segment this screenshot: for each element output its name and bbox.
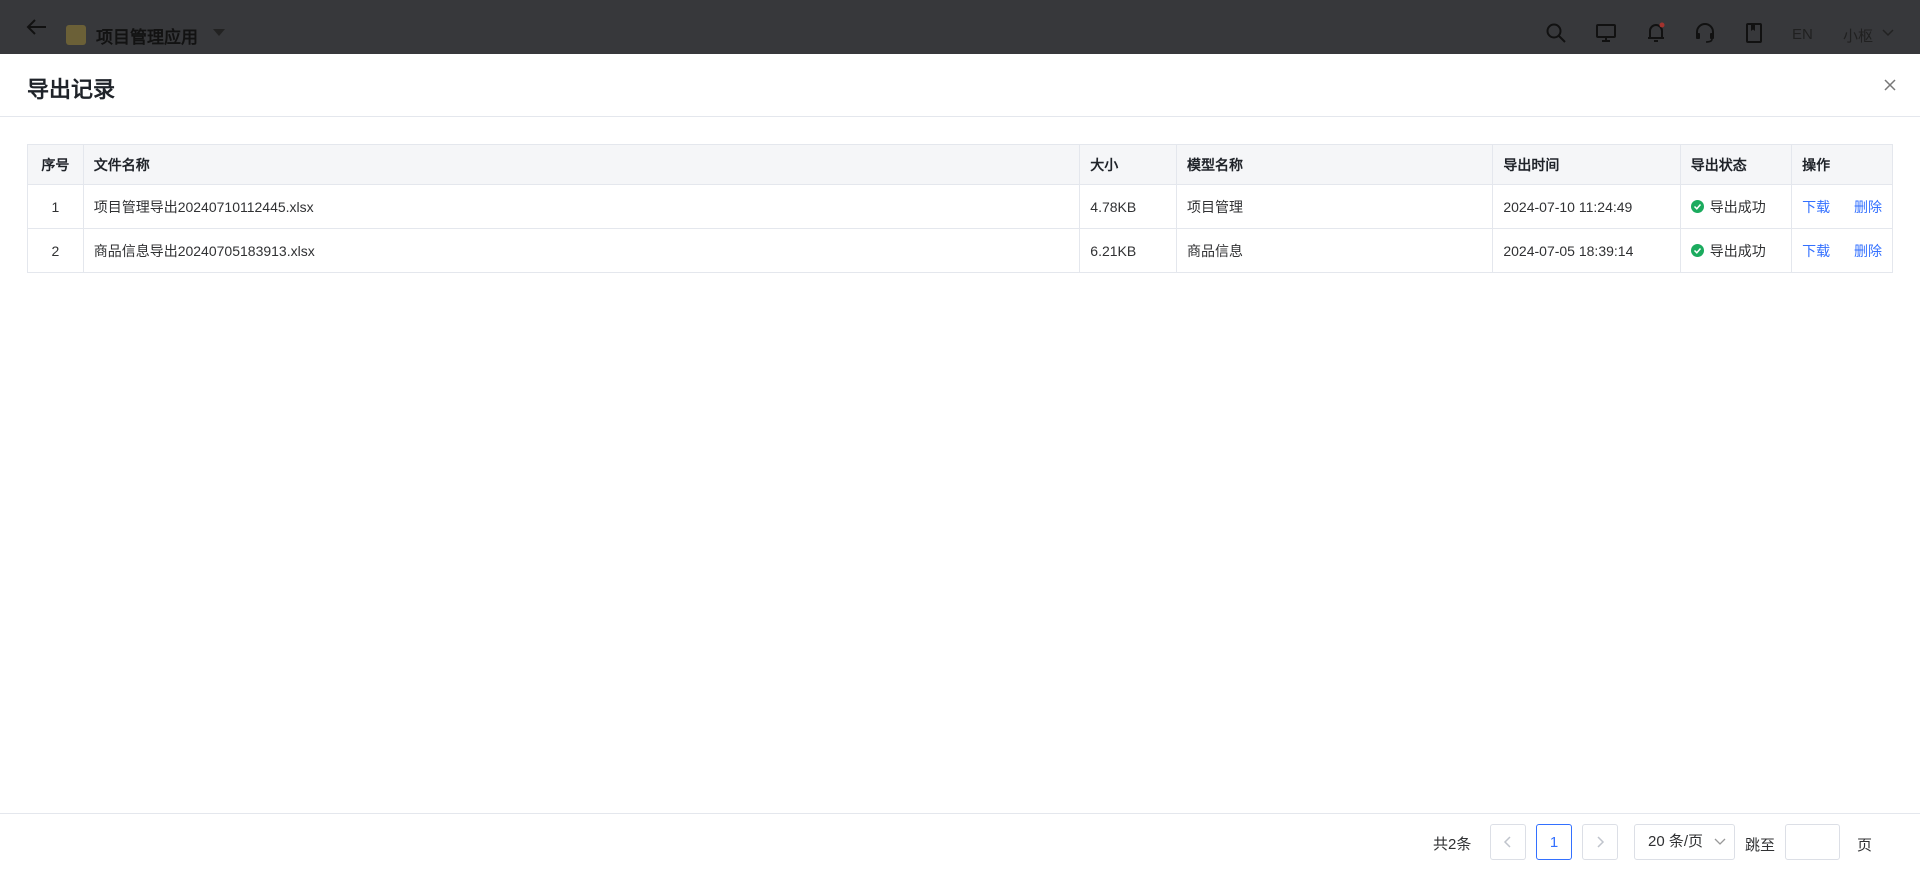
page-size-value: 20 条/页 xyxy=(1648,833,1704,850)
row-status: 导出成功 xyxy=(1680,228,1793,273)
column-header-file: 文件名称 xyxy=(83,144,1081,185)
chevron-down-icon[interactable] xyxy=(1881,27,1895,39)
pagination-total: 共2条 xyxy=(1433,836,1472,853)
user-name[interactable]: 小枢 xyxy=(1843,25,1873,46)
row-index: 1 xyxy=(27,184,84,229)
export-records-drawer: 导出记录 序号 文件名称 大小 模型名称 导出时间 导出状态 操作 1 项目管理… xyxy=(0,54,1920,870)
pagination-bar: 共2条 1 20 条/页 跳至 页 xyxy=(0,813,1920,870)
page-size-select[interactable]: 20 条/页 xyxy=(1634,824,1735,860)
row-status: 导出成功 xyxy=(1680,184,1793,229)
row-size: 6.21KB xyxy=(1079,228,1177,273)
check-circle-icon xyxy=(1690,200,1704,213)
row-size: 4.78KB xyxy=(1079,184,1177,229)
search-icon[interactable] xyxy=(1545,22,1567,44)
row-actions: 下载 删除 xyxy=(1791,184,1893,229)
row-file-name: 商品信息导出20240705183913.xlsx xyxy=(83,228,1081,273)
status-badge: 导出成功 xyxy=(1690,241,1766,261)
status-text: 导出成功 xyxy=(1709,198,1766,215)
row-export-time: 2024-07-05 18:39:14 xyxy=(1492,228,1681,273)
status-text: 导出成功 xyxy=(1709,242,1766,259)
chevron-left-icon xyxy=(1503,836,1511,848)
page-number-button[interactable]: 1 xyxy=(1536,824,1572,860)
app-title[interactable]: 项目管理应用 xyxy=(96,23,198,48)
headset-icon[interactable] xyxy=(1694,22,1716,44)
drawer-header: 导出记录 xyxy=(0,54,1920,117)
row-model-name: 项目管理 xyxy=(1176,184,1494,229)
monitor-icon[interactable] xyxy=(1595,22,1617,44)
delete-button[interactable]: 删除 xyxy=(1854,243,1882,259)
column-header-status: 导出状态 xyxy=(1680,144,1793,185)
column-header-size: 大小 xyxy=(1079,144,1177,185)
export-records-table: 序号 文件名称 大小 模型名称 导出时间 导出状态 操作 1 项目管理导出202… xyxy=(27,144,1893,273)
top-navigation-bar: 项目管理应用 EN 小枢 xyxy=(0,0,1920,54)
row-file-name: 项目管理导出20240710112445.xlsx xyxy=(83,184,1081,229)
book-icon[interactable] xyxy=(1743,22,1765,44)
row-model-name: 商品信息 xyxy=(1176,228,1494,273)
arrow-left-icon[interactable] xyxy=(24,17,48,37)
row-index: 2 xyxy=(27,228,84,273)
next-page-button[interactable] xyxy=(1582,824,1618,860)
page-label: 页 xyxy=(1857,837,1873,854)
column-header-action: 操作 xyxy=(1791,144,1893,185)
column-header-model: 模型名称 xyxy=(1176,144,1494,185)
app-switch-caret-icon[interactable] xyxy=(213,29,225,36)
drawer-title: 导出记录 xyxy=(27,77,116,102)
jump-label: 跳至 xyxy=(1745,837,1776,854)
close-icon[interactable] xyxy=(1881,76,1899,94)
check-circle-icon xyxy=(1690,244,1704,257)
chevron-down-icon xyxy=(1714,838,1726,845)
table-header-row: 序号 文件名称 大小 模型名称 导出时间 导出状态 操作 xyxy=(27,144,1893,185)
status-badge: 导出成功 xyxy=(1690,197,1766,217)
bell-icon[interactable] xyxy=(1645,22,1667,44)
download-button[interactable]: 下载 xyxy=(1802,199,1830,215)
column-header-index: 序号 xyxy=(27,144,84,185)
language-switch[interactable]: EN xyxy=(1792,26,1813,43)
chevron-right-icon xyxy=(1597,836,1605,848)
delete-button[interactable]: 删除 xyxy=(1854,199,1882,215)
table-row: 2 商品信息导出20240705183913.xlsx 6.21KB 商品信息 … xyxy=(27,228,1893,273)
prev-page-button[interactable] xyxy=(1490,824,1526,860)
download-button[interactable]: 下载 xyxy=(1802,243,1830,259)
row-actions: 下载 删除 xyxy=(1792,229,1893,273)
column-header-time: 导出时间 xyxy=(1492,144,1681,185)
app-logo-icon xyxy=(66,25,86,45)
jump-page-input[interactable] xyxy=(1785,824,1840,860)
row-export-time: 2024-07-10 11:24:49 xyxy=(1492,184,1681,229)
table-row: 1 项目管理导出20240710112445.xlsx 4.78KB 项目管理 … xyxy=(27,184,1893,229)
